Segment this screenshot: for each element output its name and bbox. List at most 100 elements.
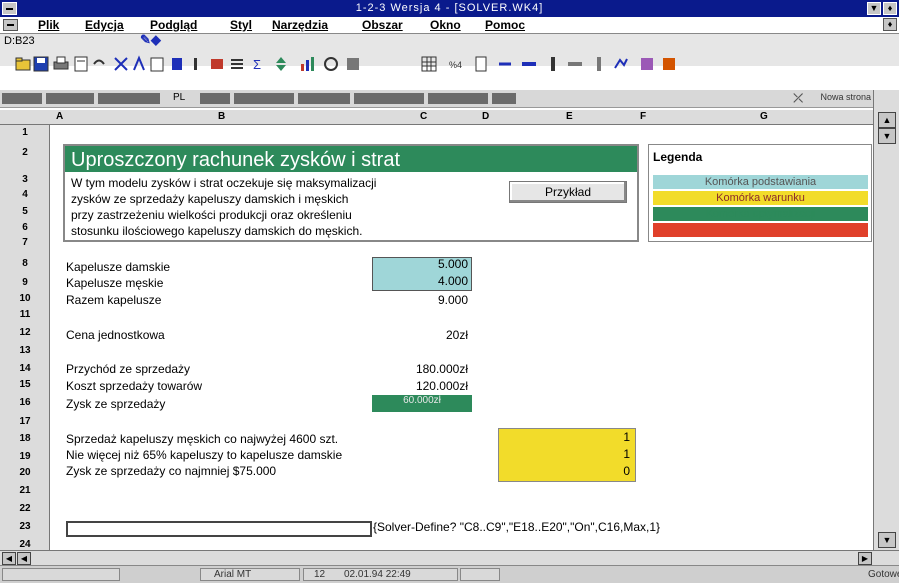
query-icon[interactable]	[472, 54, 490, 74]
menu-plik[interactable]: Plik	[38, 18, 59, 32]
label-constraint-2[interactable]: Nie więcej niż 65% kapeluszy to kapelusz…	[66, 448, 342, 462]
number-format-icon[interactable]: %4	[448, 54, 466, 74]
new-sheet-icon[interactable]: ⤫	[793, 91, 803, 106]
document-restore-button[interactable]: ♦	[883, 18, 897, 31]
delete-column-icon[interactable]	[590, 54, 608, 74]
status-font[interactable]: Arial MT	[214, 569, 251, 580]
menu-podglad[interactable]: Podgląd	[150, 18, 197, 32]
row-header[interactable]: 6	[0, 222, 50, 233]
scroll-down-icon[interactable]: ▼	[878, 532, 896, 548]
label-hats-women[interactable]: Kapelusze damskie	[66, 260, 170, 274]
worksheet-grid[interactable]: A B C D E F G 1 2 3 4 5 6 7 8 9 10 11 12…	[0, 110, 873, 550]
insert-row-icon[interactable]	[520, 54, 538, 74]
column-header-g[interactable]: G	[760, 111, 768, 122]
column-header-e[interactable]: E	[566, 111, 573, 122]
row-header[interactable]: 7	[0, 237, 50, 248]
row-header[interactable]: 16	[0, 397, 50, 408]
next-icons-icon[interactable]	[660, 54, 678, 74]
selected-cell-b23[interactable]	[66, 521, 372, 537]
copy-icon[interactable]	[130, 54, 148, 74]
grid-icon[interactable]	[420, 54, 438, 74]
cell-reference[interactable]: D:B23	[4, 35, 35, 47]
restore-button[interactable]: ♦	[883, 2, 897, 15]
scroll-down-small-icon[interactable]: ▼	[878, 128, 896, 144]
navigator-icon[interactable]: ✎◆	[140, 32, 161, 48]
row-header[interactable]: 17	[0, 416, 50, 427]
column-header-f[interactable]: F	[640, 111, 646, 122]
label-profit[interactable]: Zysk ze sprzedaży	[66, 397, 165, 411]
cut-icon[interactable]	[112, 54, 130, 74]
row-header[interactable]: 3	[0, 174, 50, 185]
column-header-b[interactable]: B	[218, 111, 225, 122]
value-hats-men[interactable]: 4.000	[372, 274, 468, 288]
scroll-left-icon[interactable]: ◀	[17, 552, 31, 565]
insert-column-icon[interactable]	[544, 54, 562, 74]
example-button[interactable]: Przykład	[509, 181, 627, 203]
new-sheet-button[interactable]: Nowa strona	[820, 92, 871, 102]
row-header[interactable]: 22	[0, 503, 50, 514]
value-hats-total[interactable]: 9.000	[372, 293, 468, 307]
italic-icon[interactable]	[188, 54, 206, 74]
label-constraint-1[interactable]: Sprzedaż kapeluszy męskich co najwyżej 4…	[66, 432, 338, 446]
row-header[interactable]: 11	[0, 309, 50, 320]
preview-icon[interactable]	[72, 54, 90, 74]
map-icon[interactable]	[612, 54, 630, 74]
value-constraint-1[interactable]: 1	[498, 430, 630, 444]
optimize-cell[interactable]: 60.000zł	[372, 395, 472, 412]
label-revenue[interactable]: Przychód ze sprzedaży	[66, 362, 190, 376]
sort-icon[interactable]	[272, 54, 290, 74]
row-header[interactable]: 10	[0, 293, 50, 304]
document-system-menu-icon[interactable]	[3, 19, 18, 31]
row-header[interactable]: 5	[0, 206, 50, 217]
row-header[interactable]: 20	[0, 467, 50, 478]
value-cogs[interactable]: 120.000zł	[372, 379, 468, 393]
menu-styl[interactable]: Styl	[230, 18, 252, 32]
open-file-icon[interactable]	[14, 54, 32, 74]
label-unit-price[interactable]: Cena jednostkowa	[66, 328, 165, 342]
style-icon[interactable]	[344, 54, 362, 74]
draw-icon[interactable]	[322, 54, 340, 74]
save-file-icon[interactable]	[32, 54, 50, 74]
column-header-a[interactable]: A	[56, 111, 63, 122]
value-revenue[interactable]: 180.000zł	[372, 362, 468, 376]
status-sheet-box[interactable]	[460, 568, 500, 581]
label-constraint-3[interactable]: Zysk ze sprzedaży co najmniej $75.000	[66, 464, 276, 478]
row-header[interactable]: 23	[0, 521, 50, 532]
row-header[interactable]: 15	[0, 379, 50, 390]
print-icon[interactable]	[52, 54, 70, 74]
insert-icon[interactable]	[496, 54, 514, 74]
label-cogs[interactable]: Koszt sprzedaży towarów	[66, 379, 202, 393]
row-header[interactable]: 21	[0, 485, 50, 496]
horizontal-scrollbar[interactable]: ◀ ◀ ▶	[0, 550, 899, 565]
row-header[interactable]: 13	[0, 345, 50, 356]
menu-obszar[interactable]: Obszar	[362, 18, 403, 32]
row-header[interactable]: 24	[0, 539, 50, 550]
vertical-scrollbar[interactable]: ▲ ▼ ▼	[873, 90, 899, 550]
menu-pomoc[interactable]: Pomoc	[485, 18, 525, 32]
sum-icon[interactable]: Σ	[250, 54, 268, 74]
row-header[interactable]: 8	[0, 258, 50, 269]
value-unit-price[interactable]: 20zł	[372, 328, 468, 342]
sheet-tab-prev-icon[interactable]: ◀	[2, 552, 16, 565]
row-header[interactable]: 2	[0, 147, 50, 158]
menu-edycja[interactable]: Edycja	[85, 18, 124, 32]
column-header-d[interactable]: D	[482, 111, 489, 122]
label-hats-total[interactable]: Razem kapelusze	[66, 293, 161, 307]
value-constraint-3[interactable]: 0	[498, 464, 630, 478]
delete-row-icon[interactable]	[566, 54, 584, 74]
row-header[interactable]: 14	[0, 363, 50, 374]
row-header[interactable]: 19	[0, 451, 50, 462]
status-size[interactable]: 12	[314, 569, 325, 580]
solver-formula[interactable]: {Solver-Define? "C8..C9","E18..E20","On"…	[373, 520, 660, 534]
minimize-button[interactable]: ▼	[867, 2, 881, 15]
row-header[interactable]: 18	[0, 433, 50, 444]
underline-icon[interactable]	[208, 54, 226, 74]
menu-narzedzia[interactable]: Narzędzia	[272, 18, 328, 32]
scroll-up-icon[interactable]: ▲	[878, 112, 896, 128]
row-header[interactable]: 12	[0, 327, 50, 338]
row-header[interactable]: 4	[0, 189, 50, 200]
column-header-c[interactable]: C	[420, 111, 427, 122]
align-icon[interactable]	[228, 54, 246, 74]
value-hats-women[interactable]: 5.000	[372, 257, 468, 271]
undo-icon[interactable]	[90, 54, 108, 74]
